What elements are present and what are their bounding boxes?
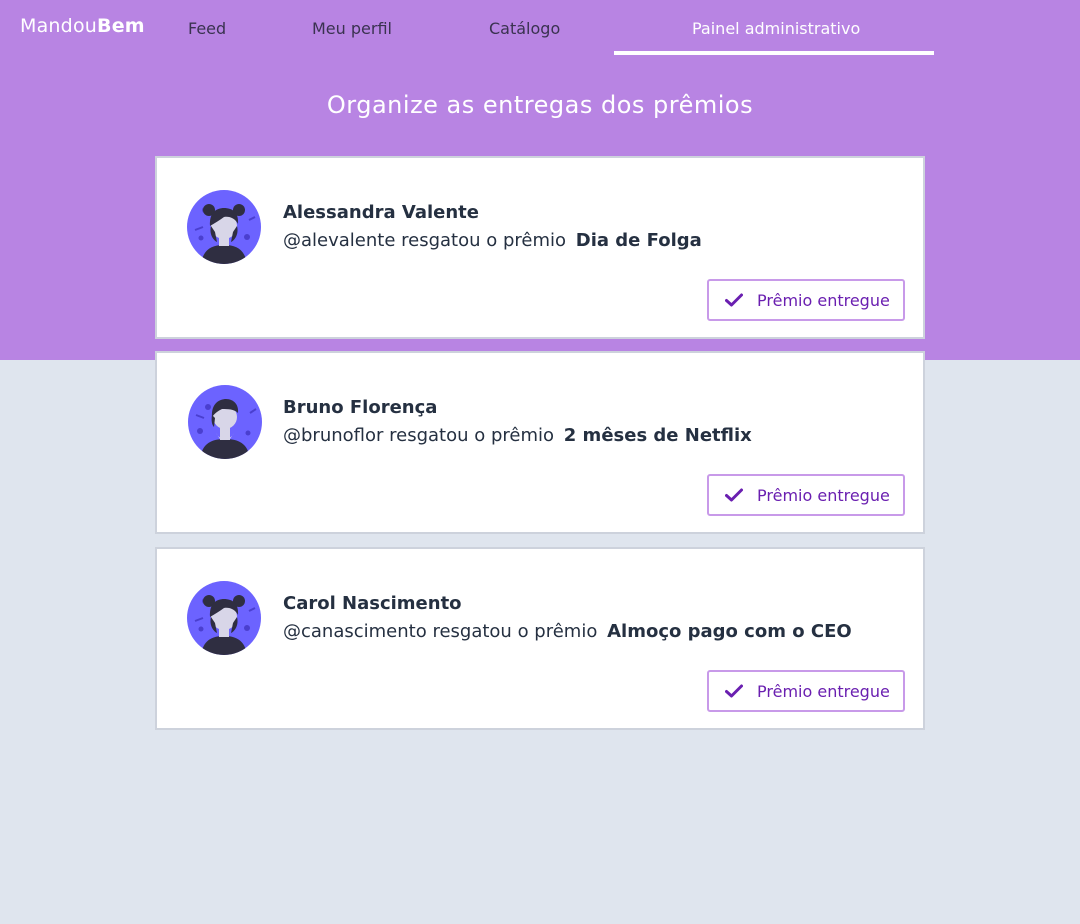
female-avatar-icon <box>187 190 261 264</box>
male-avatar-icon <box>188 385 262 459</box>
female-avatar-icon <box>187 581 261 655</box>
reward-card: Bruno Florença @brunoflor resgatou o prê… <box>155 351 925 534</box>
brand-logo[interactable]: MandouBem <box>20 15 145 37</box>
check-icon <box>725 488 743 502</box>
nav-item-catalogo[interactable]: Catálogo <box>489 19 560 38</box>
user-name: Bruno Florença <box>283 397 438 418</box>
brand-logo-bold: Bem <box>97 15 145 37</box>
check-icon <box>725 684 743 698</box>
user-name: Carol Nascimento <box>283 593 462 614</box>
nav-active-indicator <box>614 51 934 55</box>
reward-card: Alessandra Valente @alevalente resgatou … <box>155 156 925 339</box>
mark-delivered-label: Prêmio entregue <box>757 485 890 505</box>
redemption-description: @canascimento resgatou o prêmio <box>283 621 598 642</box>
reward-card: Carol Nascimento @canascimento resgatou … <box>155 547 925 730</box>
redemption-description: @brunoflor resgatou o prêmio <box>283 425 555 446</box>
prize-name: 2 mêses de Netflix <box>563 425 752 446</box>
mark-delivered-label: Prêmio entregue <box>757 290 890 310</box>
redemption-description: @alevalente resgatou o prêmio <box>283 230 567 251</box>
mark-delivered-button[interactable]: Prêmio entregue <box>707 670 905 712</box>
nav-item-feed[interactable]: Feed <box>188 19 226 38</box>
prize-name: Dia de Folga <box>575 230 702 251</box>
user-name: Alessandra Valente <box>283 202 479 223</box>
mark-delivered-button[interactable]: Prêmio entregue <box>707 474 905 516</box>
nav-item-meu-perfil[interactable]: Meu perfil <box>312 19 392 38</box>
redemption-text: @brunoflor resgatou o prêmio 2 mêses de … <box>283 425 752 446</box>
nav-item-painel-administrativo[interactable]: Painel administrativo <box>692 19 860 38</box>
redemption-text: @canascimento resgatou o prêmio Almoço p… <box>283 621 852 642</box>
mark-delivered-button[interactable]: Prêmio entregue <box>707 279 905 321</box>
brand-logo-light: Mandou <box>20 15 98 37</box>
mark-delivered-label: Prêmio entregue <box>757 681 890 701</box>
prize-name: Almoço pago com o CEO <box>607 621 852 642</box>
page-title: Organize as entregas dos prêmios <box>326 91 754 119</box>
check-icon <box>725 293 743 307</box>
redemption-text: @alevalente resgatou o prêmio Dia de Fol… <box>283 230 702 251</box>
